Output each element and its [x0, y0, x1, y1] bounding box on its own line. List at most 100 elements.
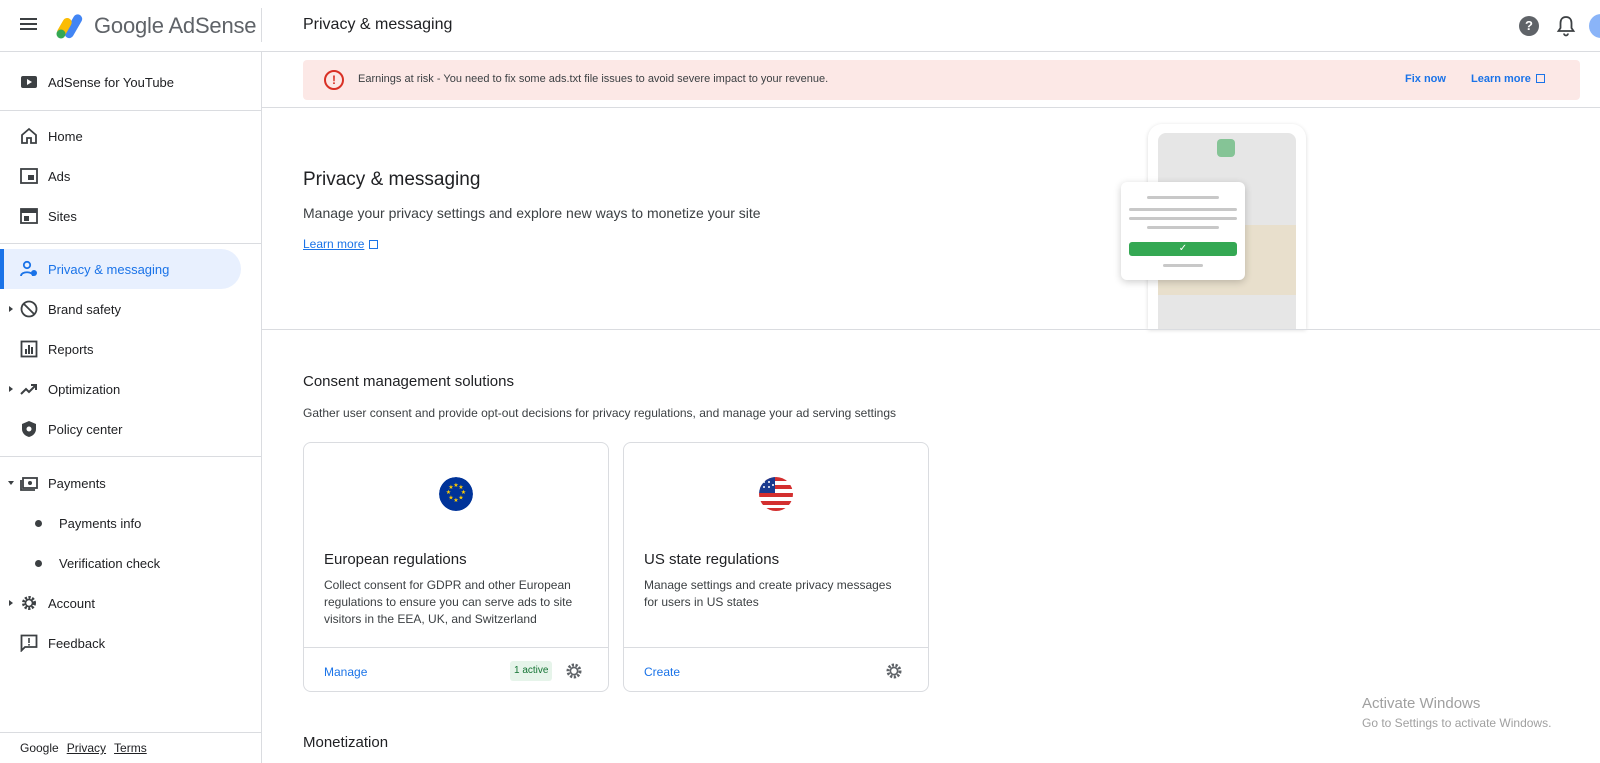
feedback-icon: [20, 634, 38, 652]
content-divider: [262, 329, 1600, 330]
consent-section-subtitle: Gather user consent and provide opt-out …: [303, 406, 897, 420]
footer-privacy-link[interactable]: Privacy: [67, 741, 106, 755]
eu-flag-icon: ★ ★★★ ★★★★: [439, 477, 473, 511]
sidebar-item-reports[interactable]: Reports: [0, 329, 241, 369]
sidebar-divider: [0, 243, 262, 244]
create-link[interactable]: Create: [644, 665, 680, 679]
sidebar-item-label: AdSense for YouTube: [48, 74, 175, 90]
notifications-icon[interactable]: [1556, 15, 1576, 37]
windows-watermark-title: Activate Windows: [1362, 695, 1481, 712]
sidebar-item-account[interactable]: Account: [0, 583, 241, 623]
sidebar-divider: [0, 110, 262, 111]
sidebar-item-label: Feedback: [48, 635, 106, 651]
page-title: Privacy & messaging: [303, 16, 453, 33]
ads-icon: [20, 168, 38, 184]
svg-text:★: ★: [458, 495, 463, 502]
sidebar: AdSense for YouTube Home Ads Sites Priva…: [0, 52, 262, 763]
shield-icon: [22, 421, 36, 437]
content-divider: [262, 107, 1600, 108]
youtube-icon: [21, 76, 37, 88]
menu-icon[interactable]: [18, 15, 40, 37]
card-description: Manage settings and create privacy messa…: [644, 578, 892, 609]
consent-section-title: Consent management solutions: [303, 373, 514, 390]
sidebar-item-label: Sites: [48, 208, 77, 224]
payments-icon: [20, 477, 38, 491]
sidebar-item-privacy-messaging[interactable]: Privacy & messaging: [0, 249, 241, 289]
sidebar-item-label: Optimization: [48, 381, 121, 397]
topbar-divider: [261, 8, 262, 42]
bullet-icon: [35, 560, 42, 567]
sidebar-item-payments[interactable]: Payments: [0, 463, 241, 503]
expand-arrow-icon[interactable]: [9, 600, 13, 606]
sidebar-item-label: Reports: [48, 341, 94, 357]
sidebar-item-feedback[interactable]: Feedback: [0, 623, 241, 663]
product-name: Google AdSense: [94, 13, 257, 38]
status-badge: 1 active: [510, 661, 553, 681]
collapse-arrow-icon[interactable]: [8, 481, 14, 485]
sidebar-item-label: Policy center: [48, 421, 123, 437]
sidebar-item-label: Ads: [48, 168, 71, 184]
adsense-logo-icon: [56, 14, 83, 39]
card-title: US state regulations: [644, 551, 780, 568]
app-icon: [1217, 139, 1235, 157]
trending-up-icon: [20, 384, 37, 395]
reports-icon: [20, 340, 38, 358]
sidebar-item-label: Verification check: [59, 555, 161, 571]
footer-terms-link[interactable]: Terms: [114, 741, 147, 755]
gear-icon: [22, 596, 36, 610]
sidebar-item-home[interactable]: Home: [0, 116, 241, 156]
hero-learn-more-label: Learn more: [303, 237, 365, 251]
sidebar-item-policy-center[interactable]: Policy center: [0, 409, 241, 449]
help-icon[interactable]: ?: [1519, 16, 1539, 36]
alert-learn-more-link[interactable]: Learn more: [1471, 73, 1545, 85]
sidebar-item-optimization[interactable]: Optimization: [0, 369, 241, 409]
sidebar-item-adsense-for-youtube[interactable]: AdSense for YouTube: [0, 62, 241, 102]
sidebar-item-ads[interactable]: Ads: [0, 156, 241, 196]
sidebar-item-payments-info[interactable]: Payments info: [0, 503, 241, 543]
european-regulations-card: ★ ★ ★ ★ ★ ★ ★ ★ European regulations Collect c…: [303, 442, 609, 692]
sidebar-item-label: Account: [48, 595, 95, 611]
external-link-icon: [369, 240, 379, 249]
sidebar-item-label: Brand safety: [48, 301, 121, 317]
card-title: European regulations: [324, 551, 467, 568]
manage-link[interactable]: Manage: [324, 665, 367, 679]
consent-dialog-illustration: ✓: [1121, 182, 1245, 280]
footer-google: Google: [20, 741, 59, 755]
account-avatar[interactable]: [1589, 14, 1600, 38]
external-link-icon: [1535, 74, 1545, 83]
home-icon: [21, 127, 37, 144]
privacy-icon: [20, 260, 37, 277]
sidebar-item-verification-check[interactable]: Verification check: [0, 543, 241, 583]
card-divider: [624, 647, 928, 648]
adsense-logo[interactable]: Google AdSense: [56, 10, 257, 42]
alert-learn-more-label: Learn more: [1471, 73, 1531, 85]
sidebar-item-brand-safety[interactable]: Brand safety: [0, 289, 241, 329]
svg-text:★: ★: [453, 497, 458, 504]
error-icon: !: [324, 70, 344, 90]
active-indicator: [0, 249, 4, 289]
sidebar-item-label: Home: [48, 128, 83, 144]
card-description: Collect consent for GDPR and other Europ…: [324, 578, 573, 626]
block-icon: [20, 300, 38, 318]
us-flag-icon: [759, 477, 793, 511]
top-app-bar: Google AdSense Privacy & messaging ?: [0, 0, 1600, 52]
alert-message: Earnings at risk - You need to fix some …: [358, 73, 829, 85]
expand-arrow-icon[interactable]: [9, 306, 13, 312]
sidebar-item-label: Privacy & messaging: [48, 261, 170, 277]
check-icon: ✓: [1129, 242, 1237, 256]
hero-learn-more-link[interactable]: Learn more: [303, 237, 379, 251]
settings-gear-icon[interactable]: [885, 662, 903, 680]
expand-arrow-icon[interactable]: [9, 386, 13, 392]
fix-now-link[interactable]: Fix now: [1405, 73, 1446, 85]
sidebar-item-label: Payments info: [59, 515, 142, 531]
earnings-alert-banner: ! Earnings at risk - You need to fix som…: [303, 60, 1580, 100]
sidebar-item-sites[interactable]: Sites: [0, 196, 241, 236]
sidebar-divider: [0, 732, 262, 733]
monetization-section-title: Monetization: [303, 734, 389, 751]
sites-icon: [20, 208, 38, 224]
windows-watermark-subtitle: Go to Settings to activate Windows.: [1362, 716, 1552, 730]
us-state-regulations-card: US state regulations Manage settings and…: [623, 442, 929, 692]
hero-subtitle: Manage your privacy settings and explore…: [303, 205, 761, 221]
bullet-icon: [35, 520, 42, 527]
settings-gear-icon[interactable]: [565, 662, 583, 680]
